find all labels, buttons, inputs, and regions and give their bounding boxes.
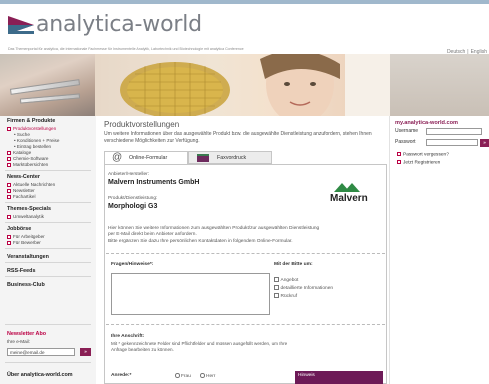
sidebar-item-marktuebersichten[interactable]: Marktübersichten <box>7 162 48 168</box>
sidebar-item-chemie-software[interactable]: Chemie-Software <box>7 156 49 162</box>
required-fields-note: Mit * gekennzeichnete Felder sind Pflich… <box>111 341 288 352</box>
sidebar-item-bewerber[interactable]: Für Bewerber <box>7 240 41 246</box>
bullet-box-icon <box>7 126 11 131</box>
sidebar-item-umweltanalytik[interactable]: Umweltanalytik <box>7 214 44 220</box>
sidebar-item-kataloge[interactable]: Kataloge <box>7 150 31 156</box>
sidebar-heading-jobboerse[interactable]: Jobbörse <box>0 226 31 233</box>
sidebar-item-konditionen[interactable]: • Konditionen + Preise <box>14 138 59 144</box>
bullet-box-icon <box>7 234 11 239</box>
sidebar-item-produktvorstellungen[interactable]: Produktvorstellungen <box>7 126 56 132</box>
banner-lab-photo <box>0 54 95 116</box>
intro-text: Um weitere Informationen über das ausgew… <box>104 131 372 144</box>
anbieter-value: Malvern Instruments GmbH <box>108 179 200 186</box>
sidebar-divider <box>5 170 91 171</box>
fragen-label: Fragen/Hinweise*: <box>111 262 154 267</box>
sidebar-item-eintrag[interactable]: • Eintrag bestellen <box>14 144 51 150</box>
newsletter-abo-heading: Newsletter Abo <box>7 331 47 337</box>
sidebar-item-aktuelle[interactable]: Aktuelle Nachrichten <box>7 182 55 188</box>
bullet-box-icon <box>7 214 11 219</box>
sidebar-heading-newscenter[interactable]: News-Center <box>0 174 40 181</box>
at-sign-icon: @ <box>112 152 123 163</box>
checkbox-rueckruf[interactable]: Rückruf <box>274 293 297 300</box>
sidebar-item-fachartikel[interactable]: Fachartikel <box>7 194 35 200</box>
password-input[interactable] <box>426 139 478 146</box>
header-banner-image <box>0 54 489 116</box>
sidebar-divider <box>5 202 91 203</box>
radio-icon[interactable] <box>200 373 205 378</box>
checkbox-detaillierte-informationen[interactable]: detaillierte Informationen <box>274 285 333 292</box>
checkbox-icon[interactable] <box>274 277 279 282</box>
page-title: Produktvorstellungen <box>104 120 180 129</box>
login-submit-button[interactable]: » <box>480 139 489 147</box>
banner-wafer-illustration <box>120 54 390 116</box>
sidebar-divider <box>5 324 91 325</box>
anschrift-label: Ihre Anschrift: <box>111 334 145 339</box>
bullet-box-icon <box>7 240 11 245</box>
sidebar-heading-firmen[interactable]: Firmen & Produkte <box>0 118 55 125</box>
hinweis-box: Hinweis <box>295 371 383 384</box>
banner-lab-equipment-photo <box>390 54 489 116</box>
checkbox-icon[interactable] <box>274 293 279 298</box>
banner-researcher-photo <box>95 54 390 116</box>
bullet-box-icon <box>7 156 11 161</box>
checkbox-angebot[interactable]: Angebot <box>274 277 298 284</box>
newsletter-email-input[interactable]: meine@email.de <box>7 348 75 356</box>
printer-icon <box>197 154 209 162</box>
bullet-box-icon <box>7 182 11 187</box>
fragen-textarea[interactable] <box>111 273 270 315</box>
sidebar-divider <box>5 248 91 249</box>
mit-der-bitte-label: Mit der Bitte um: <box>274 262 313 267</box>
login-title: my.analytica-world.com <box>395 120 459 126</box>
sidebar-link-rss[interactable]: RSS-Feeds <box>0 268 35 275</box>
bullet-box-icon <box>7 194 11 199</box>
analytica-logo-icon[interactable] <box>8 16 34 34</box>
bullet-box-icon <box>7 188 11 193</box>
bullet-box-icon <box>397 160 401 164</box>
sidebar-item-suche[interactable]: • Suche <box>14 132 30 138</box>
sidebar-link-about[interactable]: Über analytica-world.com <box>0 372 73 379</box>
sidebar-divider <box>5 276 91 277</box>
produkt-value: Morphologi G3 <box>108 203 158 210</box>
radio-frau[interactable]: Frau <box>175 373 191 380</box>
sidebar-divider <box>5 362 91 363</box>
sidebar-link-business-club[interactable]: Business-Club <box>0 282 45 289</box>
form-divider <box>106 253 385 254</box>
radio-icon[interactable] <box>175 373 180 378</box>
username-input[interactable] <box>426 128 482 135</box>
anrede-label: Anrede:* <box>111 373 132 378</box>
sidebar-divider <box>5 222 91 223</box>
sidebar-item-arbeitgeber[interactable]: Für Arbeitgeber <box>7 234 45 240</box>
forgot-password-link[interactable]: Passwort vergessen? <box>397 152 449 158</box>
header: analytica-world Das Themenportal für ana… <box>0 4 489 55</box>
site-logo-text[interactable]: analytica-world <box>36 11 202 39</box>
sidebar-link-veranstaltungen[interactable]: Veranstaltungen <box>0 254 49 261</box>
sidebar-heading-themes[interactable]: Themes-Specials <box>0 206 51 213</box>
site-tagline: Das Themenportal für analytica, die inte… <box>8 47 244 51</box>
bullet-box-icon <box>7 150 11 155</box>
radio-herr[interactable]: Herr <box>200 373 215 380</box>
produkt-label: Produkt/Dienstleistung: <box>108 196 158 201</box>
password-label: Passwort <box>395 139 416 145</box>
sidebar-item-newsletter[interactable]: Newsletter <box>7 188 35 194</box>
bullet-box-icon <box>397 152 401 156</box>
username-label: Username <box>395 128 419 134</box>
newsletter-email-label: Ihre e-Mail: <box>7 339 30 344</box>
form-description: Hier können Sie weitere Informationen zu… <box>108 226 320 244</box>
register-link[interactable]: Jetzt Registrieren <box>397 160 440 166</box>
bullet-box-icon <box>7 162 11 167</box>
anbieter-label: Anbieter/Hersteller: <box>108 172 150 177</box>
sidebar-divider <box>5 262 91 263</box>
form-divider <box>106 324 385 325</box>
newsletter-submit-button[interactable]: » <box>80 348 91 356</box>
malvern-logo-text: Malvern <box>330 193 368 204</box>
checkbox-icon[interactable] <box>274 285 279 290</box>
